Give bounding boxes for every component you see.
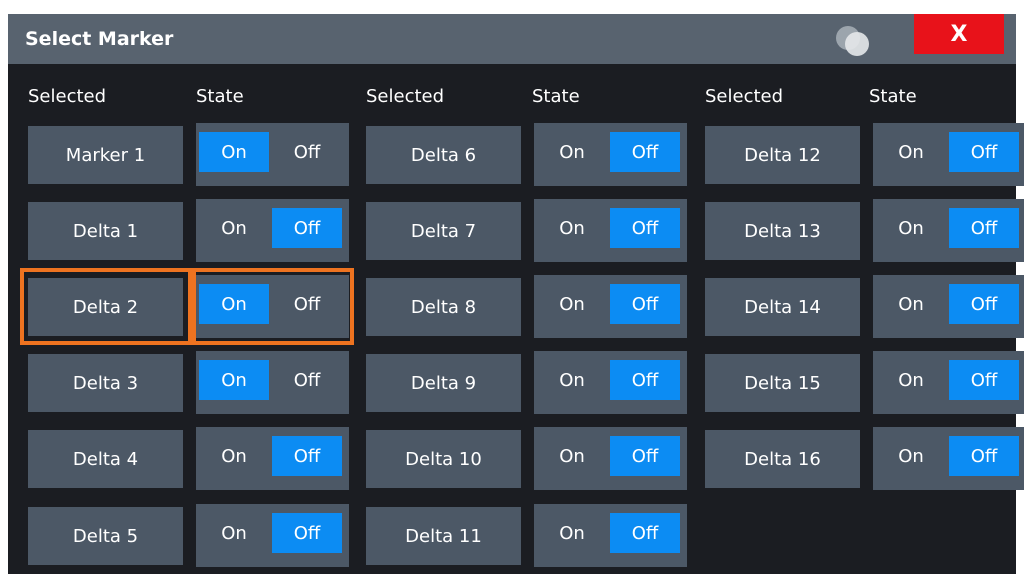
- title-bar: Select Marker X: [8, 14, 1016, 64]
- close-button[interactable]: X: [914, 14, 1004, 54]
- marker-state-toggle: On Off: [196, 504, 349, 567]
- state-on-option[interactable]: On: [537, 132, 607, 172]
- app-logo-icon: [826, 22, 878, 58]
- marker-state-toggle: On Off: [873, 427, 1024, 490]
- marker-state-toggle: On Off: [534, 123, 687, 186]
- marker-state-toggle: On Off: [196, 123, 349, 186]
- state-on-option[interactable]: On: [199, 436, 269, 476]
- marker-select-button[interactable]: Delta 9: [366, 354, 521, 412]
- marker-select-button[interactable]: Delta 14: [705, 278, 860, 336]
- marker-select-button[interactable]: Delta 7: [366, 202, 521, 260]
- marker-select-button[interactable]: Marker 1: [28, 126, 183, 184]
- column-header-state: State: [532, 86, 580, 107]
- state-off-option[interactable]: Off: [272, 132, 342, 172]
- state-off-option[interactable]: Off: [949, 132, 1019, 172]
- column-header-selected: Selected: [28, 86, 107, 107]
- state-on-option[interactable]: On: [199, 360, 269, 400]
- focus-highlight: [192, 268, 354, 345]
- state-off-option[interactable]: Off: [272, 513, 342, 553]
- marker-state-toggle: On Off: [534, 504, 687, 567]
- state-off-option[interactable]: Off: [949, 208, 1019, 248]
- marker-select-button[interactable]: Delta 6: [366, 126, 521, 184]
- column-header-state: State: [869, 86, 917, 107]
- state-off-option[interactable]: Off: [949, 360, 1019, 400]
- state-off-option[interactable]: Off: [610, 284, 680, 324]
- marker-select-button[interactable]: Delta 5: [28, 507, 183, 565]
- marker-state-toggle: On Off: [873, 199, 1024, 262]
- marker-select-button[interactable]: Delta 15: [705, 354, 860, 412]
- marker-select-button[interactable]: Delta 11: [366, 507, 521, 565]
- marker-state-toggle: On Off: [873, 351, 1024, 414]
- state-off-option[interactable]: Off: [272, 360, 342, 400]
- marker-select-button[interactable]: Delta 12: [705, 126, 860, 184]
- marker-select-button[interactable]: Delta 16: [705, 430, 860, 488]
- marker-state-toggle: On Off: [534, 275, 687, 338]
- marker-select-button[interactable]: Delta 3: [28, 354, 183, 412]
- focus-highlight: [20, 268, 192, 345]
- state-off-option[interactable]: Off: [610, 132, 680, 172]
- dialog-title: Select Marker: [25, 28, 174, 50]
- marker-state-toggle: On Off: [196, 351, 349, 414]
- state-off-option[interactable]: Off: [610, 436, 680, 476]
- state-on-option[interactable]: On: [876, 208, 946, 248]
- state-off-option[interactable]: Off: [949, 284, 1019, 324]
- state-off-option[interactable]: Off: [610, 513, 680, 553]
- marker-state-toggle: On Off: [196, 427, 349, 490]
- marker-state-toggle: On Off: [873, 123, 1024, 186]
- column-header-selected: Selected: [705, 86, 784, 107]
- state-off-option[interactable]: Off: [272, 208, 342, 248]
- marker-state-toggle: On Off: [873, 275, 1024, 338]
- marker-state-toggle: On Off: [534, 427, 687, 490]
- state-on-option[interactable]: On: [537, 436, 607, 476]
- state-on-option[interactable]: On: [876, 132, 946, 172]
- state-on-option[interactable]: On: [876, 436, 946, 476]
- marker-state-toggle: On Off: [534, 199, 687, 262]
- state-on-option[interactable]: On: [537, 284, 607, 324]
- state-on-option[interactable]: On: [537, 208, 607, 248]
- column-header-selected: Selected: [366, 86, 445, 107]
- state-off-option[interactable]: Off: [610, 360, 680, 400]
- marker-select-button[interactable]: Delta 13: [705, 202, 860, 260]
- state-on-option[interactable]: On: [876, 284, 946, 324]
- state-off-option[interactable]: Off: [610, 208, 680, 248]
- marker-state-toggle: On Off: [196, 199, 349, 262]
- state-off-option[interactable]: Off: [949, 436, 1019, 476]
- state-on-option[interactable]: On: [199, 513, 269, 553]
- state-on-option[interactable]: On: [199, 132, 269, 172]
- column-header-state: State: [196, 86, 244, 107]
- marker-select-button[interactable]: Delta 8: [366, 278, 521, 336]
- state-on-option[interactable]: On: [537, 513, 607, 553]
- select-marker-dialog: Select Marker X Selected State Selected Sta…: [8, 14, 1024, 574]
- marker-select-button[interactable]: Delta 10: [366, 430, 521, 488]
- state-on-option[interactable]: On: [537, 360, 607, 400]
- state-off-option[interactable]: Off: [272, 436, 342, 476]
- marker-select-button[interactable]: Delta 1: [28, 202, 183, 260]
- marker-state-toggle: On Off: [534, 351, 687, 414]
- marker-select-button[interactable]: Delta 4: [28, 430, 183, 488]
- state-on-option[interactable]: On: [199, 208, 269, 248]
- state-on-option[interactable]: On: [876, 360, 946, 400]
